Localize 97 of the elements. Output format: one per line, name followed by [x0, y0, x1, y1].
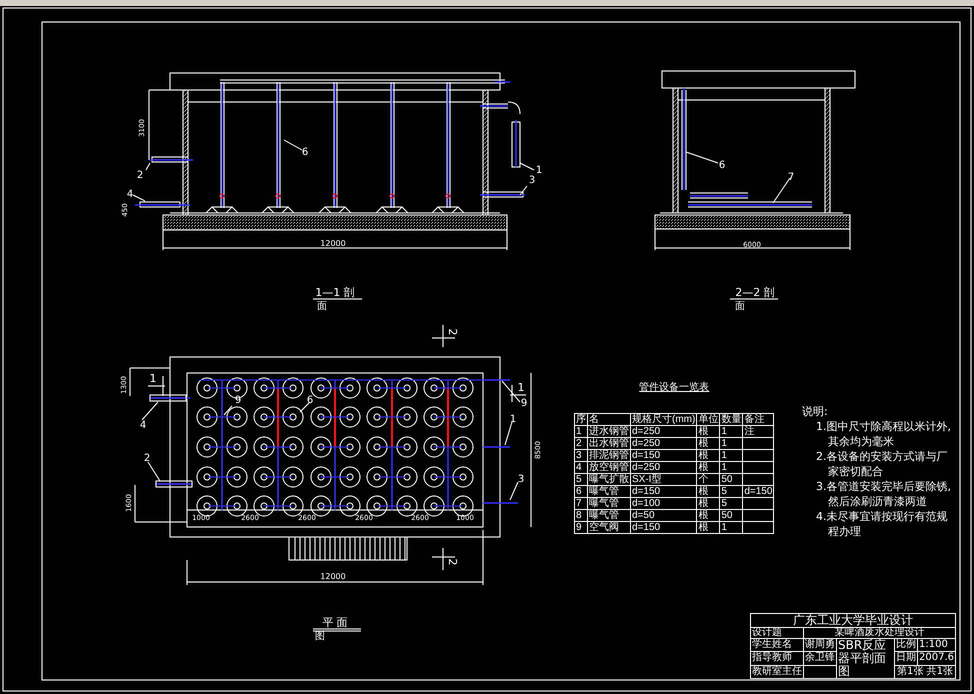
callout-number: 1	[536, 165, 542, 176]
table-cell: d=150	[742, 486, 774, 498]
table-cell: 根	[696, 462, 720, 474]
table-cell: 1	[720, 438, 743, 450]
callout-number: 6	[302, 147, 308, 158]
callout-number: 6	[718, 160, 726, 171]
table-cell: 根	[696, 438, 720, 450]
table-cell: 根	[696, 486, 720, 498]
table-cell: d=150	[630, 522, 697, 534]
table-cell: d=150	[630, 486, 697, 498]
column-header: 规格尺寸(mm)	[630, 414, 697, 426]
cut-mark-label: 2	[446, 328, 459, 336]
field-value: 余卫锋	[804, 652, 836, 666]
table-cell: d=150	[630, 450, 697, 462]
column-header: 备注	[742, 414, 774, 426]
note-text: 4.未尽事宜请按现行有范规 程办理	[815, 509, 948, 539]
column-header: 序	[574, 414, 588, 426]
table-cell: 5	[720, 498, 743, 510]
table-cell: 曝气扩散	[588, 474, 630, 486]
field-label: 学生姓名	[750, 638, 804, 652]
cut-mark-label: 1	[150, 372, 156, 385]
note-text: 1.图中尺寸除高程以米计外, 其余均为毫米	[815, 419, 952, 449]
callout-number: 2	[136, 170, 144, 181]
column-header: 名	[588, 414, 630, 426]
dimension-label: 12000	[320, 572, 346, 581]
table-cell: 根	[696, 498, 720, 510]
sheet-number: 第1张 共1张	[894, 665, 956, 678]
callout-number: 9	[234, 395, 242, 406]
dimension-label: 12000	[320, 239, 346, 248]
view-subtitle: 面	[735, 301, 745, 312]
table-cell: d=250	[630, 462, 697, 474]
table-cell: 9	[574, 522, 588, 534]
callout-number: 2	[144, 453, 150, 464]
column-header: 数量	[720, 414, 743, 426]
table-cell: 1	[720, 462, 743, 474]
view-title: 1—1 剖	[315, 286, 355, 299]
table-cell: 8	[574, 510, 588, 522]
school-title: 广东工业大学毕业设计	[750, 614, 956, 628]
field-label: 日期	[894, 652, 918, 666]
table-cell: 曝气管	[588, 498, 630, 510]
note-text: 2.各设备的安装方式请与厂 家密切配合	[815, 449, 948, 479]
table-title: 管件设备一览表	[638, 380, 710, 395]
callout-number: 4	[126, 189, 134, 200]
field-label: 指导教师	[750, 652, 804, 666]
table-cell: 6	[574, 486, 588, 498]
table-cell: 注	[742, 426, 774, 438]
table-cell: 5	[574, 474, 588, 486]
table-cell: d=250	[630, 438, 697, 450]
table-cell: 根	[696, 510, 720, 522]
drawing-title: SBR反应器平剖面图	[836, 638, 894, 678]
table-cell: 2	[574, 438, 588, 450]
column-header: 单位	[696, 414, 720, 426]
table-cell: 50	[720, 474, 743, 486]
table-cell: SX-I型	[630, 474, 697, 486]
table-cell: 进水钢管	[588, 426, 630, 438]
table-cell: 1	[720, 426, 743, 438]
table-cell: 7	[574, 498, 588, 510]
callout-number: 1	[510, 414, 516, 425]
table-cell: 个	[696, 474, 720, 486]
table-cell: 排泥钢管	[588, 450, 630, 462]
table-cell: 曝气管	[588, 510, 630, 522]
field-label: 比例	[894, 638, 918, 652]
table-cell: d=100	[630, 498, 697, 510]
table-cell: d=250	[630, 426, 697, 438]
cut-mark-label: 2	[446, 558, 459, 566]
table-cell: 3	[574, 450, 588, 462]
table-cell: 5	[720, 486, 743, 498]
table-cell: 1	[720, 522, 743, 534]
cut-mark-label: 1	[518, 381, 524, 394]
table-cell: 4	[574, 462, 588, 474]
view-subtitle: 图	[315, 631, 325, 642]
callout-number: 7	[788, 172, 794, 183]
table-cell: 空气阀	[588, 522, 630, 534]
callout-number: 4	[140, 420, 146, 431]
callout-number: 3	[518, 474, 524, 485]
table-cell: 根	[696, 426, 720, 438]
notes-title: 说明:	[802, 404, 829, 419]
view-title: 2—2 剖	[735, 286, 775, 299]
callout-number: 6	[306, 395, 314, 406]
table-cell: 1	[574, 426, 588, 438]
table-cell: 根	[696, 450, 720, 462]
view-subtitle: 面	[317, 301, 327, 312]
callout-number: 3	[528, 175, 536, 186]
table-cell: 出水钢管	[588, 438, 630, 450]
table-cell: 根	[696, 522, 720, 534]
table-cell: d=50	[630, 510, 697, 522]
field-value: 谢周勇	[804, 638, 836, 652]
table-cell: 曝气管	[588, 486, 630, 498]
table-cell: 50	[720, 510, 743, 522]
field-value: 1:100	[918, 638, 956, 652]
table-cell: 放空钢管	[588, 462, 630, 474]
callout-number: 9	[520, 398, 528, 409]
note-text: 3.各管道安装完毕后要除锈, 然后涂刷沥青漆两道	[815, 479, 952, 509]
view-title: 平 面	[322, 616, 348, 629]
field-value: 2007.6	[918, 652, 956, 666]
field-label: 教研室主任	[750, 665, 804, 678]
table-cell: 1	[720, 450, 743, 462]
